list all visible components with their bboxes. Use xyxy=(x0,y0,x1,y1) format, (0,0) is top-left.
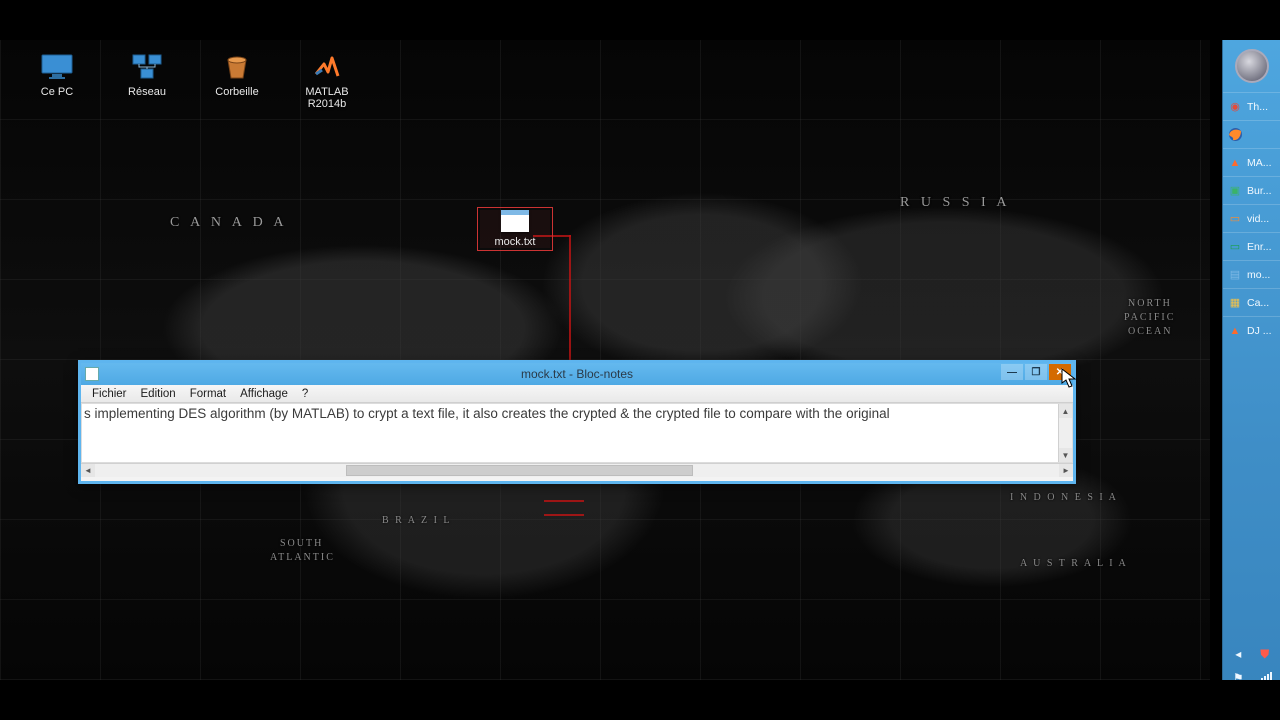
firefox-icon xyxy=(1227,127,1243,143)
map-red-line xyxy=(544,514,584,516)
map-label-russia: R U S S I A xyxy=(900,195,1011,211)
task-label: MA... xyxy=(1247,157,1276,169)
desktop-file-mock-txt[interactable]: mock.txt xyxy=(480,210,550,248)
scroll-down-arrow[interactable]: ▼ xyxy=(1059,448,1072,462)
task-label: vid... xyxy=(1247,213,1276,225)
letterbox-bottom xyxy=(0,680,1280,720)
recorder-icon: ▭ xyxy=(1227,239,1243,255)
scroll-thumb[interactable] xyxy=(346,465,693,476)
monitor-icon xyxy=(39,52,75,82)
minimize-button[interactable]: — xyxy=(1001,364,1023,380)
notepad-text[interactable]: s implementing DES algorithm (by MATLAB)… xyxy=(84,404,1058,462)
desktop-icon-network[interactable]: Réseau xyxy=(108,52,186,98)
desktop-icon-label: Corbeille xyxy=(198,86,276,98)
matlab-icon: ▲ xyxy=(1227,155,1243,171)
notepad-icon: ▤ xyxy=(1227,267,1243,283)
user-avatar-slot[interactable] xyxy=(1223,44,1280,88)
task-label: Enr... xyxy=(1247,241,1276,253)
window-title: mock.txt - Bloc-notes xyxy=(521,367,633,381)
network-icon xyxy=(129,52,165,82)
notepad-menubar: Fichier Edition Format Affichage ? xyxy=(81,385,1073,403)
map-label-indonesia: I N D O N E S I A xyxy=(1010,492,1118,503)
scroll-left-arrow[interactable]: ◄ xyxy=(81,464,95,477)
menu-view[interactable]: Affichage xyxy=(233,387,295,401)
scroll-right-arrow[interactable]: ► xyxy=(1059,464,1073,477)
taskbar-sidebar: ◉ Th... ▲ MA... ▣ Bur... ▭ vid... ▭ Enr.… xyxy=(1222,40,1280,720)
window-titlebar[interactable]: mock.txt - Bloc-notes — ❐ ✕ xyxy=(81,363,1073,385)
horizontal-scrollbar[interactable]: ◄ ► xyxy=(81,463,1073,477)
map-label-np3: OCEAN xyxy=(1128,326,1172,337)
notepad-content-area: s implementing DES algorithm (by MATLAB)… xyxy=(81,403,1073,463)
scroll-up-arrow[interactable]: ▲ xyxy=(1059,404,1072,418)
task-vlc[interactable]: ▲ DJ ... xyxy=(1223,316,1280,344)
desktop[interactable]: C A N A D A R U S S I A B R A Z I L I N … xyxy=(0,40,1210,680)
vlc-icon: ▲ xyxy=(1227,323,1243,339)
close-button[interactable]: ✕ xyxy=(1049,364,1071,380)
desktop-icon-matlab[interactable]: MATLAB R2014b xyxy=(288,52,366,110)
map-label-np2: PACIFIC xyxy=(1124,312,1175,323)
desktop-icon-recycle-bin[interactable]: Corbeille xyxy=(198,52,276,98)
task-label: Th... xyxy=(1247,101,1276,113)
matlab-icon xyxy=(309,52,345,82)
task-chrome[interactable]: ◉ Th... xyxy=(1223,92,1280,120)
desktop-file-label: mock.txt xyxy=(480,236,550,248)
menu-file[interactable]: Fichier xyxy=(85,387,134,401)
map-label-canada: C A N A D A xyxy=(170,215,288,231)
task-label: Ca... xyxy=(1247,297,1276,309)
task-burner[interactable]: ▣ Bur... xyxy=(1223,176,1280,204)
menu-edit[interactable]: Edition xyxy=(134,387,183,401)
tray-expand-icon[interactable]: ◂ xyxy=(1229,646,1248,662)
task-video[interactable]: ▭ vid... xyxy=(1223,204,1280,232)
chrome-icon: ◉ xyxy=(1227,99,1243,115)
letterbox-top xyxy=(0,0,1280,40)
map-label-australia: A U S T R A L I A xyxy=(1020,558,1128,569)
task-notepad[interactable]: ▤ mo... xyxy=(1223,260,1280,288)
user-avatar-icon xyxy=(1235,49,1269,83)
task-label: mo... xyxy=(1247,269,1276,281)
video-icon: ▭ xyxy=(1227,211,1243,227)
menu-help[interactable]: ? xyxy=(295,387,315,401)
desktop-icon-label: Ce PC xyxy=(18,86,96,98)
task-matlab[interactable]: ▲ MA... xyxy=(1223,148,1280,176)
map-label-sa2: ATLANTIC xyxy=(270,552,335,563)
map-label-np1: NORTH xyxy=(1128,298,1172,309)
text-file-icon xyxy=(501,210,529,232)
notepad-window[interactable]: mock.txt - Bloc-notes — ❐ ✕ Fichier Edit… xyxy=(78,360,1076,484)
desktop-icon-this-pc[interactable]: Ce PC xyxy=(18,52,96,98)
folder-icon: ▦ xyxy=(1227,295,1243,311)
burner-icon: ▣ xyxy=(1227,183,1243,199)
scroll-track[interactable] xyxy=(95,464,1059,477)
map-red-line xyxy=(544,500,584,502)
tray-security-icon[interactable]: ⛊ xyxy=(1256,646,1275,662)
task-recorder[interactable]: ▭ Enr... xyxy=(1223,232,1280,260)
task-label: DJ ... xyxy=(1247,325,1276,337)
menu-format[interactable]: Format xyxy=(183,387,233,401)
desktop-icon-label: Réseau xyxy=(108,86,186,98)
maximize-button[interactable]: ❐ xyxy=(1025,364,1047,380)
desktop-icon-label: MATLAB R2014b xyxy=(288,86,366,110)
vertical-scrollbar[interactable]: ▲ ▼ xyxy=(1058,404,1072,462)
task-firefox[interactable] xyxy=(1223,120,1280,148)
trash-icon xyxy=(219,52,255,82)
window-controls: — ❐ ✕ xyxy=(1001,364,1071,380)
map-label-sa1: SOUTH xyxy=(280,538,323,549)
map-label-brazil: B R A Z I L xyxy=(382,515,452,526)
task-calc[interactable]: ▦ Ca... xyxy=(1223,288,1280,316)
task-label: Bur... xyxy=(1247,185,1276,197)
notepad-icon xyxy=(85,367,99,381)
